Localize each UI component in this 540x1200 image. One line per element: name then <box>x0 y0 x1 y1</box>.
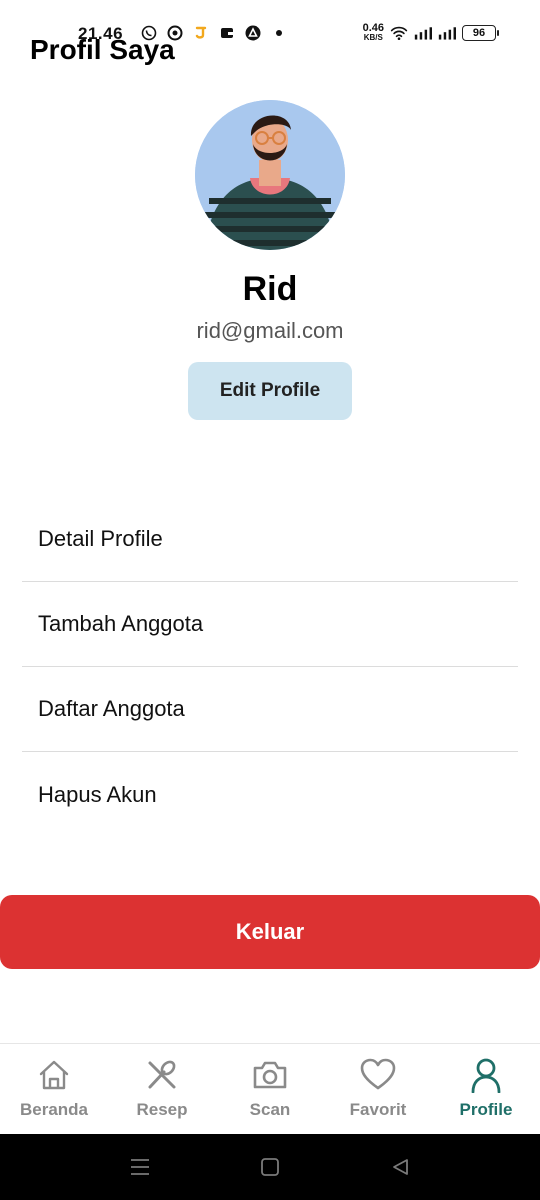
nav-item-favorit[interactable]: Favorit <box>324 1044 432 1134</box>
home-square-icon[interactable] <box>205 1134 335 1200</box>
page-title: Profil Saya <box>30 34 175 65</box>
speed-unit: KB/S <box>363 33 383 42</box>
heart-icon <box>359 1056 397 1094</box>
utensils-icon <box>143 1056 181 1094</box>
triangle-app-icon <box>244 24 262 42</box>
logout-button[interactable]: Keluar <box>0 895 540 969</box>
nav-label: Scan <box>249 1100 291 1119</box>
nav-label: Resep <box>136 1100 188 1119</box>
nav-item-beranda[interactable]: Beranda <box>0 1044 108 1134</box>
profile-menu: Detail Profile Tambah Anggota Daftar Ang… <box>22 497 518 837</box>
network-speed: 0.46 KB/S <box>363 23 384 43</box>
user-name: Rid <box>242 270 298 308</box>
nav-item-scan[interactable]: Scan <box>216 1044 324 1134</box>
nav-item-profile[interactable]: Profile <box>432 1044 540 1134</box>
dot-icon <box>270 24 288 42</box>
status-right: 0.46 KB/S 96 <box>363 23 499 43</box>
menu-item-tambah-anggota[interactable]: Tambah Anggota <box>22 582 518 667</box>
avatar[interactable] <box>195 100 345 250</box>
back-icon[interactable] <box>335 1134 465 1200</box>
system-nav-bar <box>0 1134 540 1200</box>
menu-item-hapus-akun[interactable]: Hapus Akun <box>22 752 518 837</box>
profile-screen: 21.46 0.46 KB/S 96 Profil Saya Rid rid@g… <box>0 0 540 1200</box>
user-email: rid@gmail.com <box>196 318 344 343</box>
nav-label: Profile <box>459 1100 513 1119</box>
nav-item-resep[interactable]: Resep <box>108 1044 216 1134</box>
camera-icon <box>251 1056 289 1094</box>
nav-label: Favorit <box>349 1100 407 1119</box>
signal-icon <box>438 24 456 42</box>
home-icon <box>35 1056 73 1094</box>
nav-label: Beranda <box>19 1100 89 1119</box>
edit-profile-button[interactable]: Edit Profile <box>188 362 352 420</box>
wallet-icon <box>218 24 236 42</box>
menu-item-detail-profile[interactable]: Detail Profile <box>22 497 518 582</box>
menu-item-daftar-anggota[interactable]: Daftar Anggota <box>22 667 518 752</box>
signal-icon <box>414 24 432 42</box>
avatar-illustration <box>195 100 345 250</box>
user-icon <box>467 1056 505 1094</box>
j-app-icon <box>192 24 210 42</box>
menu-icon[interactable] <box>75 1134 205 1200</box>
wifi-icon <box>390 24 408 42</box>
bottom-nav: Beranda Resep Scan Favorit Profile <box>0 1043 540 1134</box>
battery-icon: 96 <box>462 25 499 41</box>
